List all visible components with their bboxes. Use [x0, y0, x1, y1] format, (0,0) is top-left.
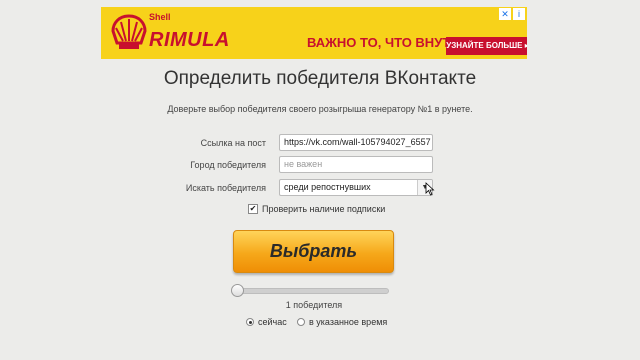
ad-brand: RIMULA: [149, 29, 230, 51]
choose-winner-button[interactable]: Выбрать: [233, 230, 394, 273]
search-select-value: среди репостнувших: [284, 182, 371, 192]
ad-slogan: ВАЖНО ТО, ЧТО ВНУТРИ: [307, 35, 469, 50]
city-label: Город победителя: [190, 160, 266, 170]
radio-now-label: сейчас: [258, 317, 287, 327]
post-link-label: Ссылка на пост: [200, 138, 266, 148]
winners-count: 1 победителя: [285, 300, 343, 310]
post-link-input[interactable]: https://vk.com/wall-105794027_6557: [279, 134, 433, 151]
check-subscription-checkbox[interactable]: ✔: [248, 204, 258, 214]
page-title: Определить победителя ВКонтакте: [163, 68, 477, 89]
close-icon[interactable]: ✕: [499, 8, 511, 20]
check-subscription-label: Проверить наличие подписки: [262, 204, 386, 214]
search-select[interactable]: среди репостнувших ▼: [279, 179, 433, 196]
radio-now-row[interactable]: сейчас: [246, 317, 287, 327]
shell-logo-icon: [111, 14, 147, 49]
info-icon[interactable]: i: [513, 8, 525, 20]
check-subscription-row[interactable]: ✔ Проверить наличие подписки: [248, 204, 385, 214]
radio-now[interactable]: [246, 318, 254, 326]
radio-scheduled-label: в указанное время: [309, 317, 388, 327]
winners-slider-track[interactable]: [236, 288, 389, 294]
search-label: Искать победителя: [185, 183, 266, 193]
ad-banner[interactable]: Shell RIMULA ВАЖНО ТО, ЧТО ВНУТРИ УЗНАЙТ…: [101, 7, 527, 59]
radio-scheduled[interactable]: [297, 318, 305, 326]
mouse-cursor-icon: [425, 182, 435, 196]
radio-scheduled-row[interactable]: в указанное время: [297, 317, 387, 327]
ad-shell-text: Shell: [149, 12, 171, 22]
city-input[interactable]: не важен: [279, 156, 433, 173]
ad-cta-button[interactable]: УЗНАЙТЕ БОЛЬШЕ ▸: [446, 37, 527, 55]
winners-slider-handle[interactable]: [231, 284, 244, 297]
page-subtitle: Доверьте выбор победителя своего розыгры…: [167, 104, 473, 114]
